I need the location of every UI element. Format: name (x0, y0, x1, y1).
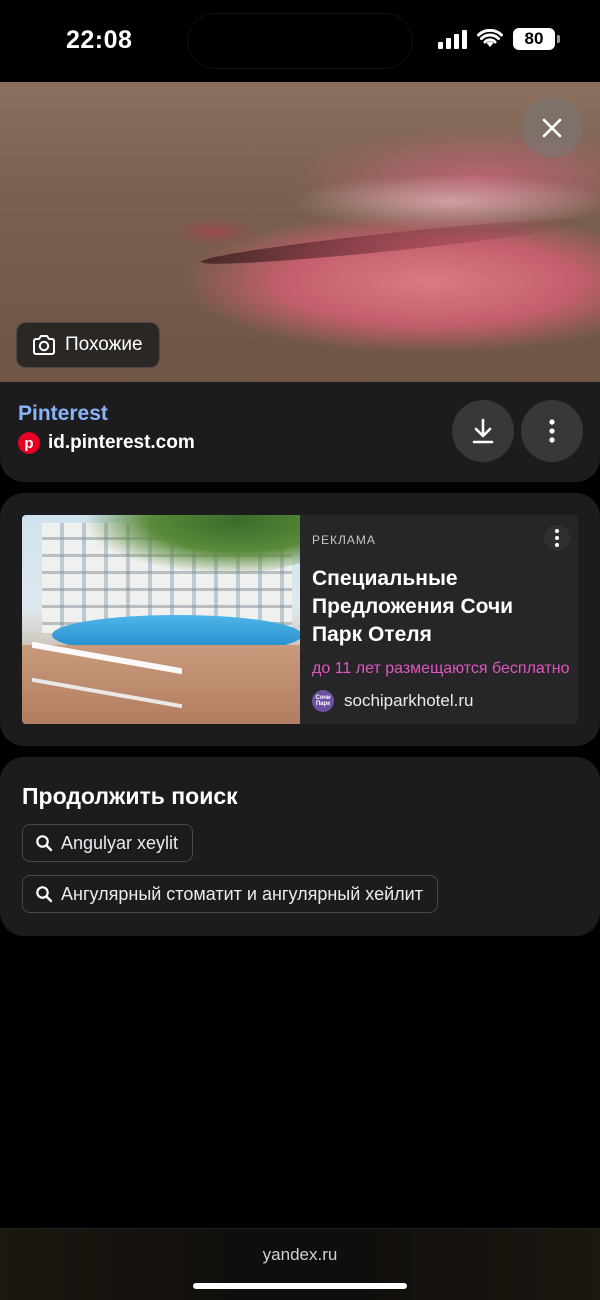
cellular-signal-icon (438, 29, 467, 49)
ad-logo-icon: Сочи Парк (312, 690, 334, 712)
source-card: Pinterest p id.pinterest.com (0, 382, 600, 482)
ad-banner[interactable]: РЕКЛАМА Специальные Предложения Сочи Пар… (22, 515, 578, 724)
status-time: 22:08 (66, 26, 133, 54)
continue-search-title: Продолжить поиск (22, 783, 238, 809)
ad-title[interactable]: Специальные Предложения Сочи Парк Отеля (312, 565, 562, 649)
search-icon (36, 835, 53, 852)
source-name-link[interactable]: Pinterest (18, 402, 108, 426)
ad-domain-link[interactable]: Сочи Парк sochiparkhotel.ru (312, 690, 473, 712)
close-icon (542, 118, 562, 138)
ad-card: РЕКЛАМА Специальные Предложения Сочи Пар… (0, 493, 600, 746)
ad-hotel-image (22, 515, 300, 724)
pinterest-logo-icon: p (18, 432, 40, 454)
battery-level: 80 (513, 28, 555, 50)
image-preview[interactable]: Похожие (0, 82, 600, 382)
more-vertical-icon (555, 529, 559, 547)
download-icon (472, 418, 494, 444)
search-suggestion-label: Angulyar xeylit (61, 832, 179, 853)
ad-label: РЕКЛАМА (312, 533, 376, 547)
browser-bottom-bar: yandex.ru (0, 1228, 600, 1300)
battery-icon: 80 (513, 28, 560, 50)
search-suggestion-chip[interactable]: Ангулярный стоматит и ангулярный хейлит (22, 875, 438, 913)
wifi-icon (477, 29, 503, 47)
dynamic-island (188, 14, 412, 68)
address-bar[interactable]: yandex.ru (0, 1245, 600, 1265)
download-button[interactable] (452, 400, 514, 462)
search-suggestion-label: Ангулярный стоматит и ангулярный хейлит (61, 883, 423, 904)
status-bar: 22:08 80 (0, 0, 600, 82)
home-indicator (193, 1283, 407, 1289)
status-icons: 80 (438, 28, 560, 50)
ad-description: до 11 лет размещаются бесплатно (312, 660, 570, 677)
search-suggestion-chip[interactable]: Angulyar xeylit (22, 824, 194, 862)
camera-search-icon (33, 335, 55, 355)
more-vertical-icon (549, 419, 555, 443)
continue-search-card: Продолжить поиск Angulyar xeylit Ангуляр… (0, 757, 600, 936)
ad-domain-label: sochiparkhotel.ru (344, 691, 474, 710)
similar-images-button[interactable]: Похожие (16, 322, 160, 368)
ad-menu-button[interactable] (544, 525, 570, 551)
search-icon (36, 886, 53, 903)
source-domain-label: id.pinterest.com (48, 432, 195, 453)
more-options-button[interactable] (521, 400, 583, 462)
source-domain-link[interactable]: p id.pinterest.com (18, 432, 195, 454)
similar-images-label: Похожие (65, 334, 143, 355)
close-button[interactable] (522, 98, 582, 158)
